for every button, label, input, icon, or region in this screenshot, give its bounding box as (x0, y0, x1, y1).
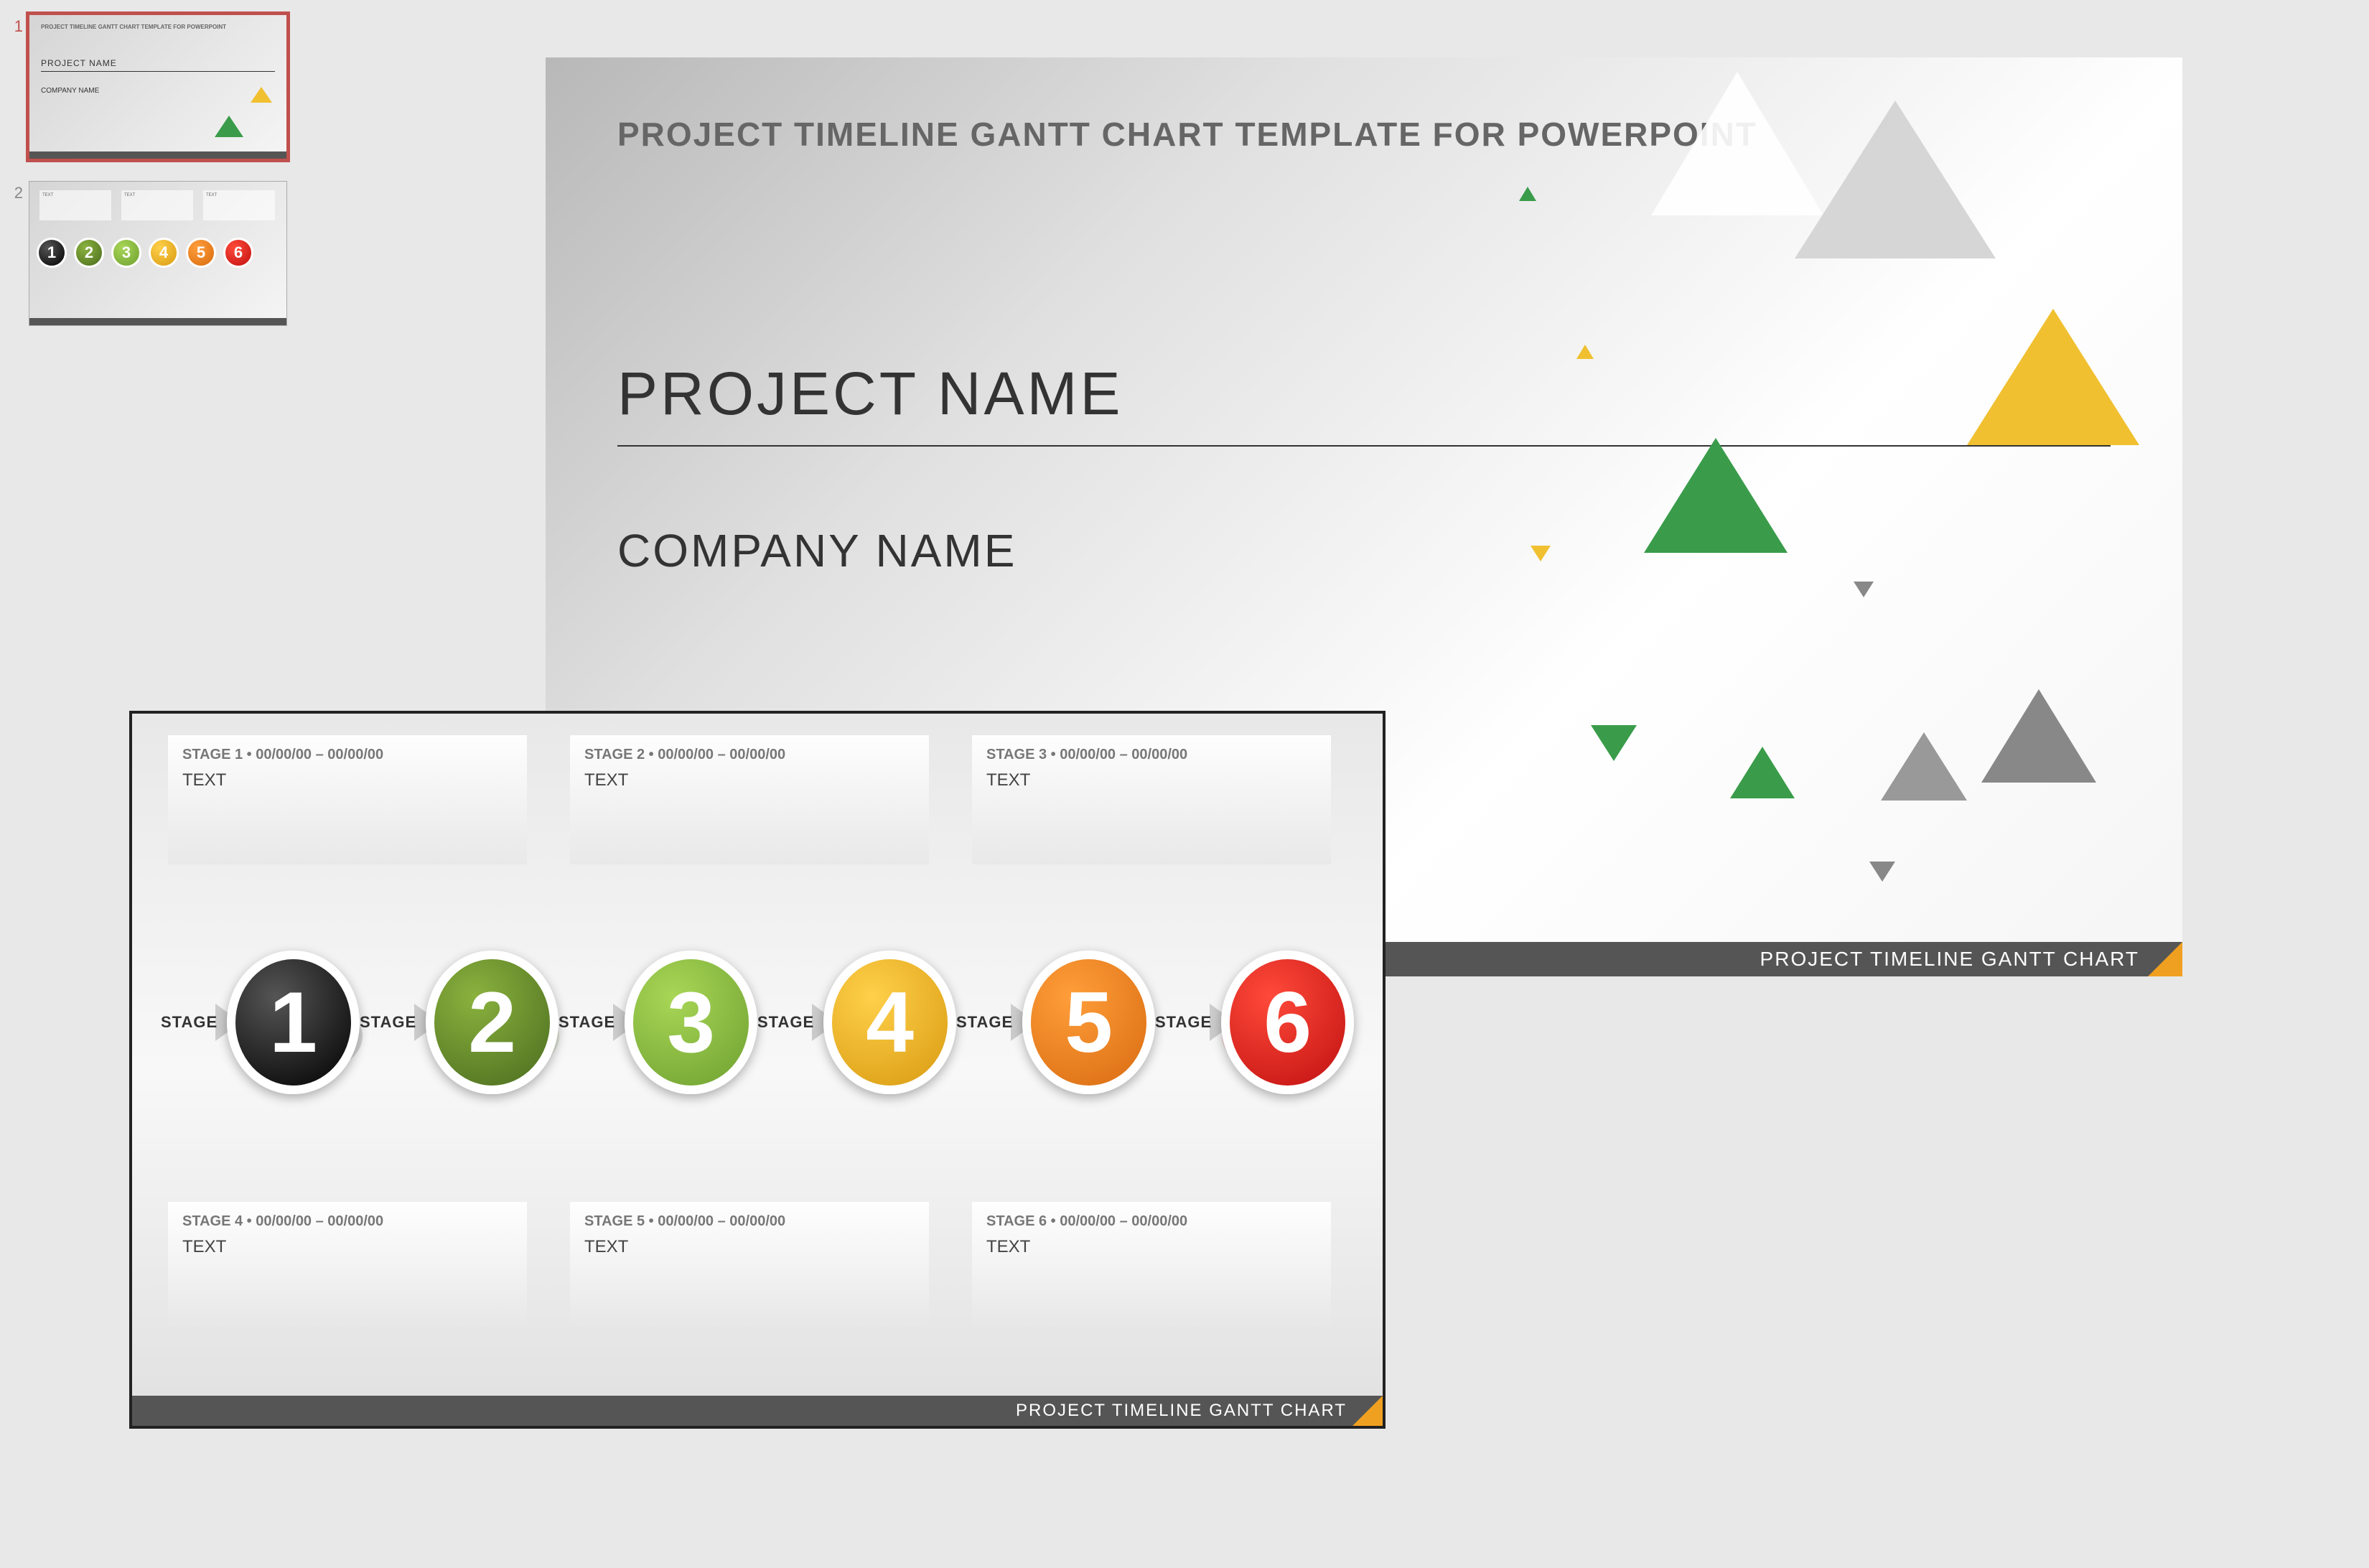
slide-title: PROJECT TIMELINE GANTT CHART TEMPLATE FO… (617, 115, 1757, 154)
company-name: COMPANY NAME (617, 524, 1017, 577)
stage-4-label: STAGE 4 • 00/00/00 – 00/00/00 (182, 1213, 513, 1230)
stage-num: 4 (866, 973, 914, 1072)
thumb1-footer (29, 151, 286, 159)
stage-arrow-label: STAGE (956, 1013, 1013, 1032)
triangle-down-icon (1869, 862, 1895, 882)
stage-num: 6 (1263, 973, 1312, 1072)
circle-icon: 2 (74, 238, 104, 268)
footer-accent-icon (1352, 1396, 1383, 1426)
stage-box-1: STAGE 1 • 00/00/00 – 00/00/00 TEXT (168, 735, 527, 864)
stage-6-text: TEXT (986, 1237, 1317, 1257)
thumbnail-2[interactable]: TEXT TEXT TEXT 1 2 3 4 5 6 (29, 181, 287, 326)
stage-5-label: STAGE 5 • 00/00/00 – 00/00/00 (584, 1213, 915, 1230)
thumb1-project: PROJECT NAME (41, 58, 117, 68)
circle-icon: 6 (223, 238, 253, 268)
circle-icon: 3 (111, 238, 141, 268)
overlay-footer-text: PROJECT TIMELINE GANTT CHART (1016, 1401, 1347, 1421)
thumb2-stagebox: TEXT (121, 190, 193, 220)
triangle-icon (1981, 689, 2096, 783)
triangle-icon (1730, 747, 1795, 798)
stage-circle-6: 6 (1221, 951, 1354, 1094)
stage-3-text: TEXT (986, 770, 1317, 790)
stage-6-label: STAGE 6 • 00/00/00 – 00/00/00 (986, 1213, 1317, 1230)
stage-num: 3 (667, 973, 715, 1072)
stage-box-3: STAGE 3 • 00/00/00 – 00/00/00 TEXT (972, 735, 1331, 864)
thumb2-stagebox: TEXT (39, 190, 111, 220)
triangle-down-icon (1531, 546, 1551, 561)
stage-arrow-label: STAGE (757, 1013, 814, 1032)
stage-circle-4: 4 (823, 951, 956, 1094)
thumbnail-1-wrapper: 1 PROJECT TIMELINE GANTT CHART TEMPLATE … (7, 14, 294, 159)
thumb1-title: PROJECT TIMELINE GANTT CHART TEMPLATE FO… (41, 24, 226, 30)
triangle-icon (1519, 187, 1536, 201)
thumb2-footer (29, 318, 286, 325)
stage-arrow-label: STAGE (360, 1013, 416, 1032)
stage-circles-row: STAGE 1 STAGE 2 STAGE 3 STAGE 4 STAGE 5 … (161, 929, 1354, 1116)
stage-circle-5: 5 (1022, 951, 1155, 1094)
thumb2-circles: 1 2 3 4 5 6 (37, 238, 253, 268)
thumb2-stagebox: TEXT (203, 190, 275, 220)
stage-circle-3: 3 (625, 951, 757, 1094)
stage-2-label: STAGE 2 • 00/00/00 – 00/00/00 (584, 747, 915, 763)
triangle-icon (1576, 345, 1594, 359)
triangle-down-icon (1854, 582, 1874, 597)
footer-text: PROJECT TIMELINE GANTT CHART (1760, 948, 2139, 971)
overlay-footer: PROJECT TIMELINE GANTT CHART (132, 1396, 1383, 1426)
thumbnail-2-wrapper: 2 TEXT TEXT TEXT 1 2 3 4 5 6 (7, 181, 294, 326)
thumbnail-1-number: 1 (7, 14, 29, 36)
triangle-icon (215, 116, 243, 137)
stage-num: 1 (269, 973, 317, 1072)
stage-3-label: STAGE 3 • 00/00/00 – 00/00/00 (986, 747, 1317, 763)
stage-box-4: STAGE 4 • 00/00/00 – 00/00/00 TEXT (168, 1202, 527, 1331)
stage-num: 5 (1065, 973, 1113, 1072)
divider-line (617, 445, 2111, 447)
stage-arrow-label: STAGE (1155, 1013, 1212, 1032)
triangle-icon (1967, 309, 2139, 445)
project-name: PROJECT NAME (617, 359, 1123, 429)
stage-box-2: STAGE 2 • 00/00/00 – 00/00/00 TEXT (570, 735, 929, 864)
stage-box-5: STAGE 5 • 00/00/00 – 00/00/00 TEXT (570, 1202, 929, 1331)
thumbnail-2-number: 2 (7, 181, 29, 202)
stage-5-text: TEXT (584, 1237, 915, 1257)
triangle-down-icon (1591, 725, 1637, 761)
thumb1-company: COMPANY NAME (41, 87, 99, 95)
stage-4-text: TEXT (182, 1237, 513, 1257)
triangle-icon (1644, 438, 1788, 553)
footer-accent-icon (2148, 942, 2182, 976)
triangle-icon (1795, 101, 1996, 258)
stage-arrow-label: STAGE (161, 1013, 218, 1032)
triangle-icon (1881, 732, 1967, 801)
stage-arrow-label: STAGE (559, 1013, 615, 1032)
stage-circle-2: 2 (426, 951, 559, 1094)
stage-box-6: STAGE 6 • 00/00/00 – 00/00/00 TEXT (972, 1202, 1331, 1331)
stage-2-text: TEXT (584, 770, 915, 790)
stage-circle-1: 1 (227, 951, 360, 1094)
stage-1-label: STAGE 1 • 00/00/00 – 00/00/00 (182, 747, 513, 763)
circle-icon: 5 (186, 238, 216, 268)
thumb1-divider (41, 71, 275, 72)
stage-1-text: TEXT (182, 770, 513, 790)
stage-num: 2 (468, 973, 516, 1072)
thumbnail-1[interactable]: PROJECT TIMELINE GANTT CHART TEMPLATE FO… (29, 14, 287, 159)
triangle-icon (251, 87, 272, 103)
circle-icon: 1 (37, 238, 67, 268)
circle-icon: 4 (149, 238, 179, 268)
overlay-slide[interactable]: STAGE 1 • 00/00/00 – 00/00/00 TEXT STAGE… (129, 711, 1386, 1429)
